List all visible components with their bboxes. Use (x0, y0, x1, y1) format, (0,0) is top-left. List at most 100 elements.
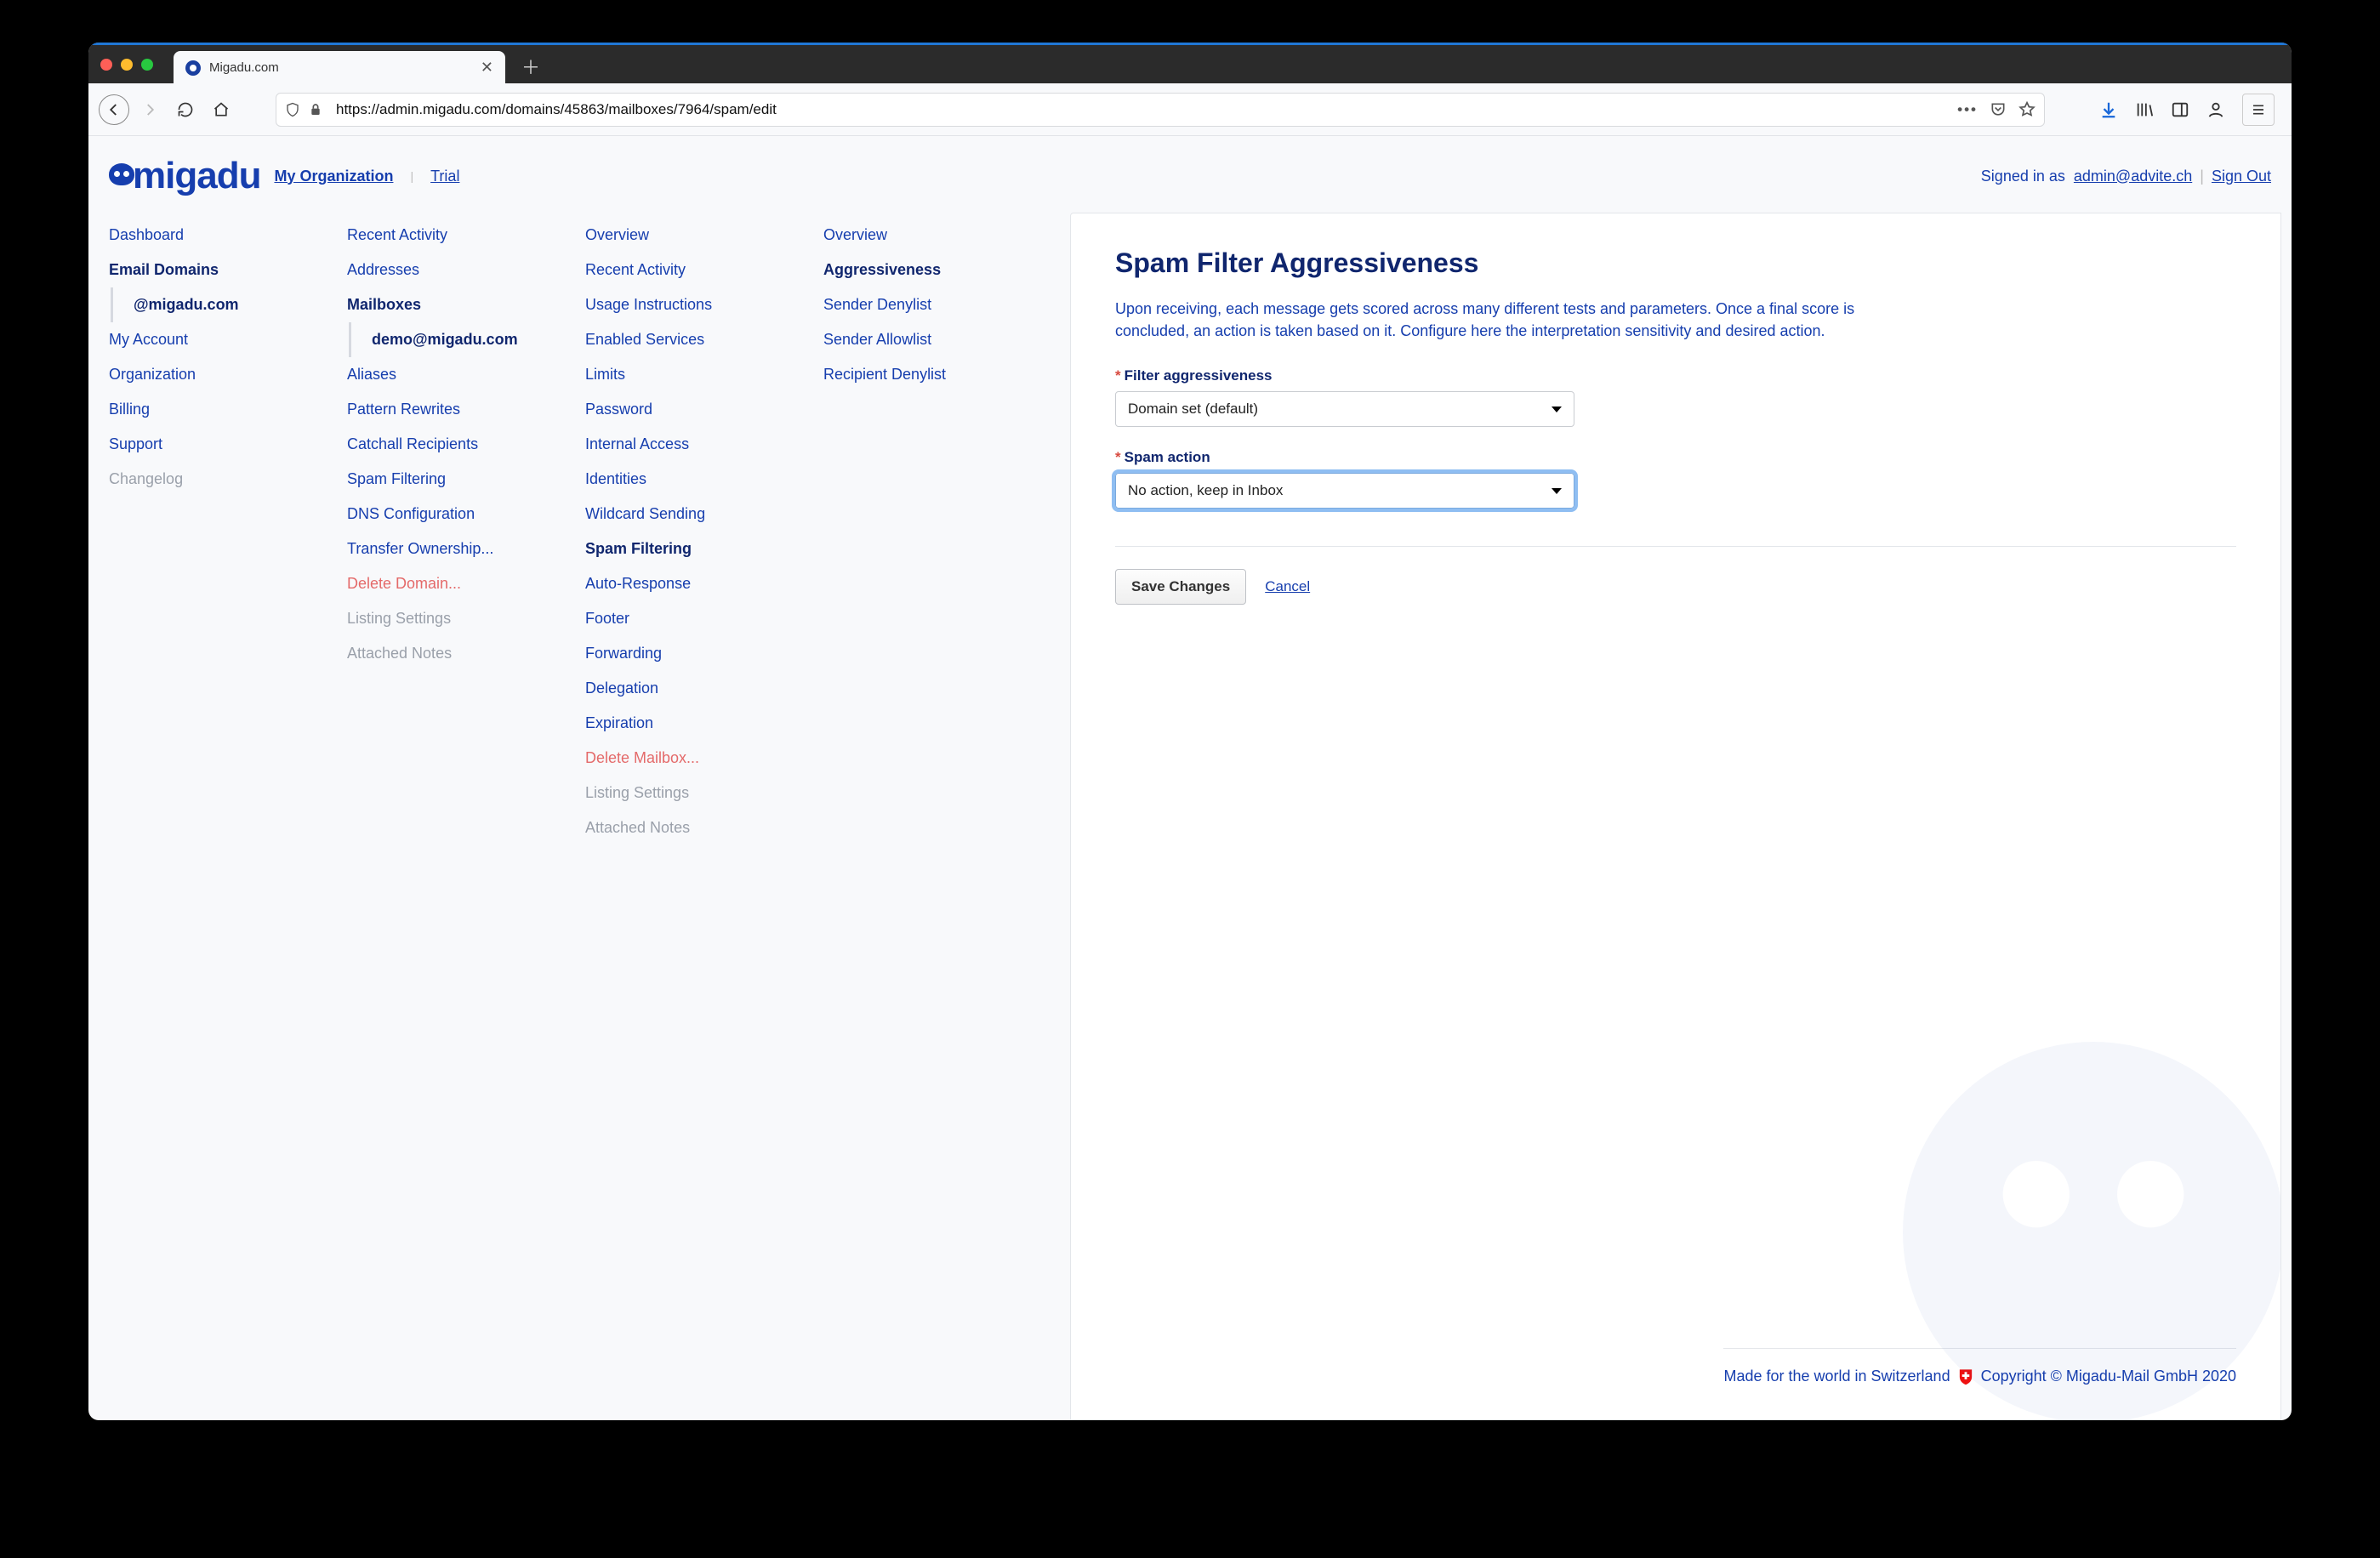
window-titlebar: Migadu.com ✕ ＋ (88, 43, 2292, 83)
logo-icon (109, 163, 134, 185)
page-title: Spam Filter Aggressiveness (1115, 247, 2236, 279)
nav-item[interactable]: Aggressiveness (823, 253, 1070, 287)
url-text: https://admin.migadu.com/domains/45863/m… (336, 101, 777, 118)
nav-item[interactable]: Spam Filtering (585, 532, 823, 566)
app-header: migadu My Organization | Trial Signed in… (88, 136, 2292, 213)
nav-reload-button[interactable] (170, 94, 201, 125)
page-description: Upon receiving, each message gets scored… (1115, 298, 1898, 342)
nav-item[interactable]: Billing (109, 392, 347, 427)
filter-aggressiveness-select[interactable]: Domain set (default) (1115, 391, 1574, 427)
chevron-down-icon (1552, 488, 1562, 494)
nav-item[interactable]: Organization (109, 357, 347, 392)
nav-item[interactable]: Dashboard (109, 218, 347, 253)
main-panel: Spam Filter Aggressiveness Upon receivin… (1070, 213, 2281, 1420)
maximize-window-icon[interactable] (141, 59, 153, 71)
lock-icon (309, 102, 322, 117)
nav-item[interactable]: Sender Denylist (823, 287, 1070, 322)
nav-forward-button[interactable] (134, 94, 165, 125)
nav-back-button[interactable] (99, 94, 129, 125)
nav-item[interactable]: Attached Notes (347, 636, 585, 671)
nav-item[interactable]: Recent Activity (585, 253, 823, 287)
more-actions-icon[interactable]: ••• (1957, 101, 1978, 118)
trial-link[interactable]: Trial (430, 168, 459, 185)
nav-item[interactable]: Overview (585, 218, 823, 253)
browser-tab[interactable]: Migadu.com ✕ (174, 51, 505, 85)
logo[interactable]: migadu (109, 155, 260, 197)
sign-out-link[interactable]: Sign Out (2212, 168, 2271, 185)
menu-button[interactable] (2242, 94, 2275, 126)
nav-item[interactable]: Mailboxes (347, 287, 585, 322)
nav-col-1: DashboardEmail Domains@migadu.comMy Acco… (109, 213, 347, 1420)
window-controls (100, 59, 153, 71)
nav-item[interactable]: Listing Settings (347, 601, 585, 636)
pocket-icon[interactable] (1990, 101, 2007, 118)
filter-aggressiveness-value: Domain set (default) (1128, 401, 1258, 418)
nav-item[interactable]: Support (109, 427, 347, 462)
tab-favicon-icon (185, 60, 201, 76)
nav-col-4: OverviewAggressivenessSender DenylistSen… (823, 213, 1070, 1420)
minimize-window-icon[interactable] (121, 59, 133, 71)
signed-in-label: Signed in as (1981, 168, 2065, 185)
nav-item[interactable]: demo@migadu.com (349, 322, 585, 357)
nav-item[interactable]: @migadu.com (111, 287, 347, 322)
nav-item[interactable]: Addresses (347, 253, 585, 287)
nav-item[interactable]: Catchall Recipients (347, 427, 585, 462)
nav-home-button[interactable] (206, 94, 236, 125)
nav-item[interactable]: My Account (109, 322, 347, 357)
nav-item[interactable]: Internal Access (585, 427, 823, 462)
nav-item[interactable]: Footer (585, 601, 823, 636)
tab-title: Migadu.com (209, 60, 279, 75)
nav-item[interactable]: Limits (585, 357, 823, 392)
nav-item[interactable]: Listing Settings (585, 776, 823, 810)
shield-outline-icon (285, 101, 300, 118)
cancel-link[interactable]: Cancel (1265, 578, 1310, 595)
nav-col-3: OverviewRecent ActivityUsage Instruction… (585, 213, 823, 1420)
url-bar[interactable]: https://admin.migadu.com/domains/45863/m… (276, 93, 2045, 127)
nav-item[interactable]: Aliases (347, 357, 585, 392)
org-link[interactable]: My Organization (274, 168, 393, 185)
separator: | (410, 169, 413, 183)
nav-item[interactable]: Email Domains (109, 253, 347, 287)
account-icon[interactable] (2206, 100, 2225, 119)
nav-item[interactable]: DNS Configuration (347, 497, 585, 532)
bookmark-star-icon[interactable] (2018, 101, 2036, 118)
save-button[interactable]: Save Changes (1115, 569, 1246, 605)
nav-item[interactable]: Changelog (109, 462, 347, 497)
nav-item[interactable]: Password (585, 392, 823, 427)
tab-close-icon[interactable]: ✕ (481, 59, 493, 77)
nav-item[interactable]: Overview (823, 218, 1070, 253)
download-icon[interactable] (2099, 100, 2118, 119)
toolbar-right (2092, 94, 2281, 126)
nav-item[interactable]: Forwarding (585, 636, 823, 671)
spam-action-select[interactable]: No action, keep in Inbox (1115, 473, 1574, 509)
nav-item[interactable]: Expiration (585, 706, 823, 741)
form-actions: Save Changes Cancel (1115, 569, 2236, 605)
footer-right: Copyright © Migadu-Mail GmbH 2020 (1981, 1368, 2236, 1385)
filter-aggressiveness-label: *Filter aggressiveness (1115, 367, 2236, 384)
nav-item[interactable]: Delete Mailbox... (585, 741, 823, 776)
nav-item[interactable]: Identities (585, 462, 823, 497)
nav-item[interactable]: Wildcard Sending (585, 497, 823, 532)
nav-item[interactable]: Enabled Services (585, 322, 823, 357)
user-email-link[interactable]: admin@advite.ch (2074, 168, 2192, 185)
auth-status: Signed in as admin@advite.ch | Sign Out (1981, 168, 2271, 185)
nav-item[interactable]: Sender Allowlist (823, 322, 1070, 357)
footer-left: Made for the world in Switzerland (1723, 1368, 1950, 1385)
nav-item[interactable]: Delete Domain... (347, 566, 585, 601)
nav-item[interactable]: Delegation (585, 671, 823, 706)
sidebar-icon[interactable] (2171, 100, 2189, 119)
close-window-icon[interactable] (100, 59, 112, 71)
nav-item[interactable]: Attached Notes (585, 810, 823, 845)
nav-item[interactable]: Recent Activity (347, 218, 585, 253)
library-icon[interactable] (2135, 100, 2154, 119)
nav-item[interactable]: Auto-Response (585, 566, 823, 601)
page: migadu My Organization | Trial Signed in… (88, 136, 2292, 1420)
nav-item[interactable]: Usage Instructions (585, 287, 823, 322)
nav-item[interactable]: Transfer Ownership... (347, 532, 585, 566)
nav-item[interactable]: Recipient Denylist (823, 357, 1070, 392)
spam-action-label: *Spam action (1115, 449, 2236, 466)
new-tab-button[interactable]: ＋ (517, 53, 544, 80)
nav-item[interactable]: Spam Filtering (347, 462, 585, 497)
nav-item[interactable]: Pattern Rewrites (347, 392, 585, 427)
spam-action-value: No action, keep in Inbox (1128, 482, 1283, 499)
